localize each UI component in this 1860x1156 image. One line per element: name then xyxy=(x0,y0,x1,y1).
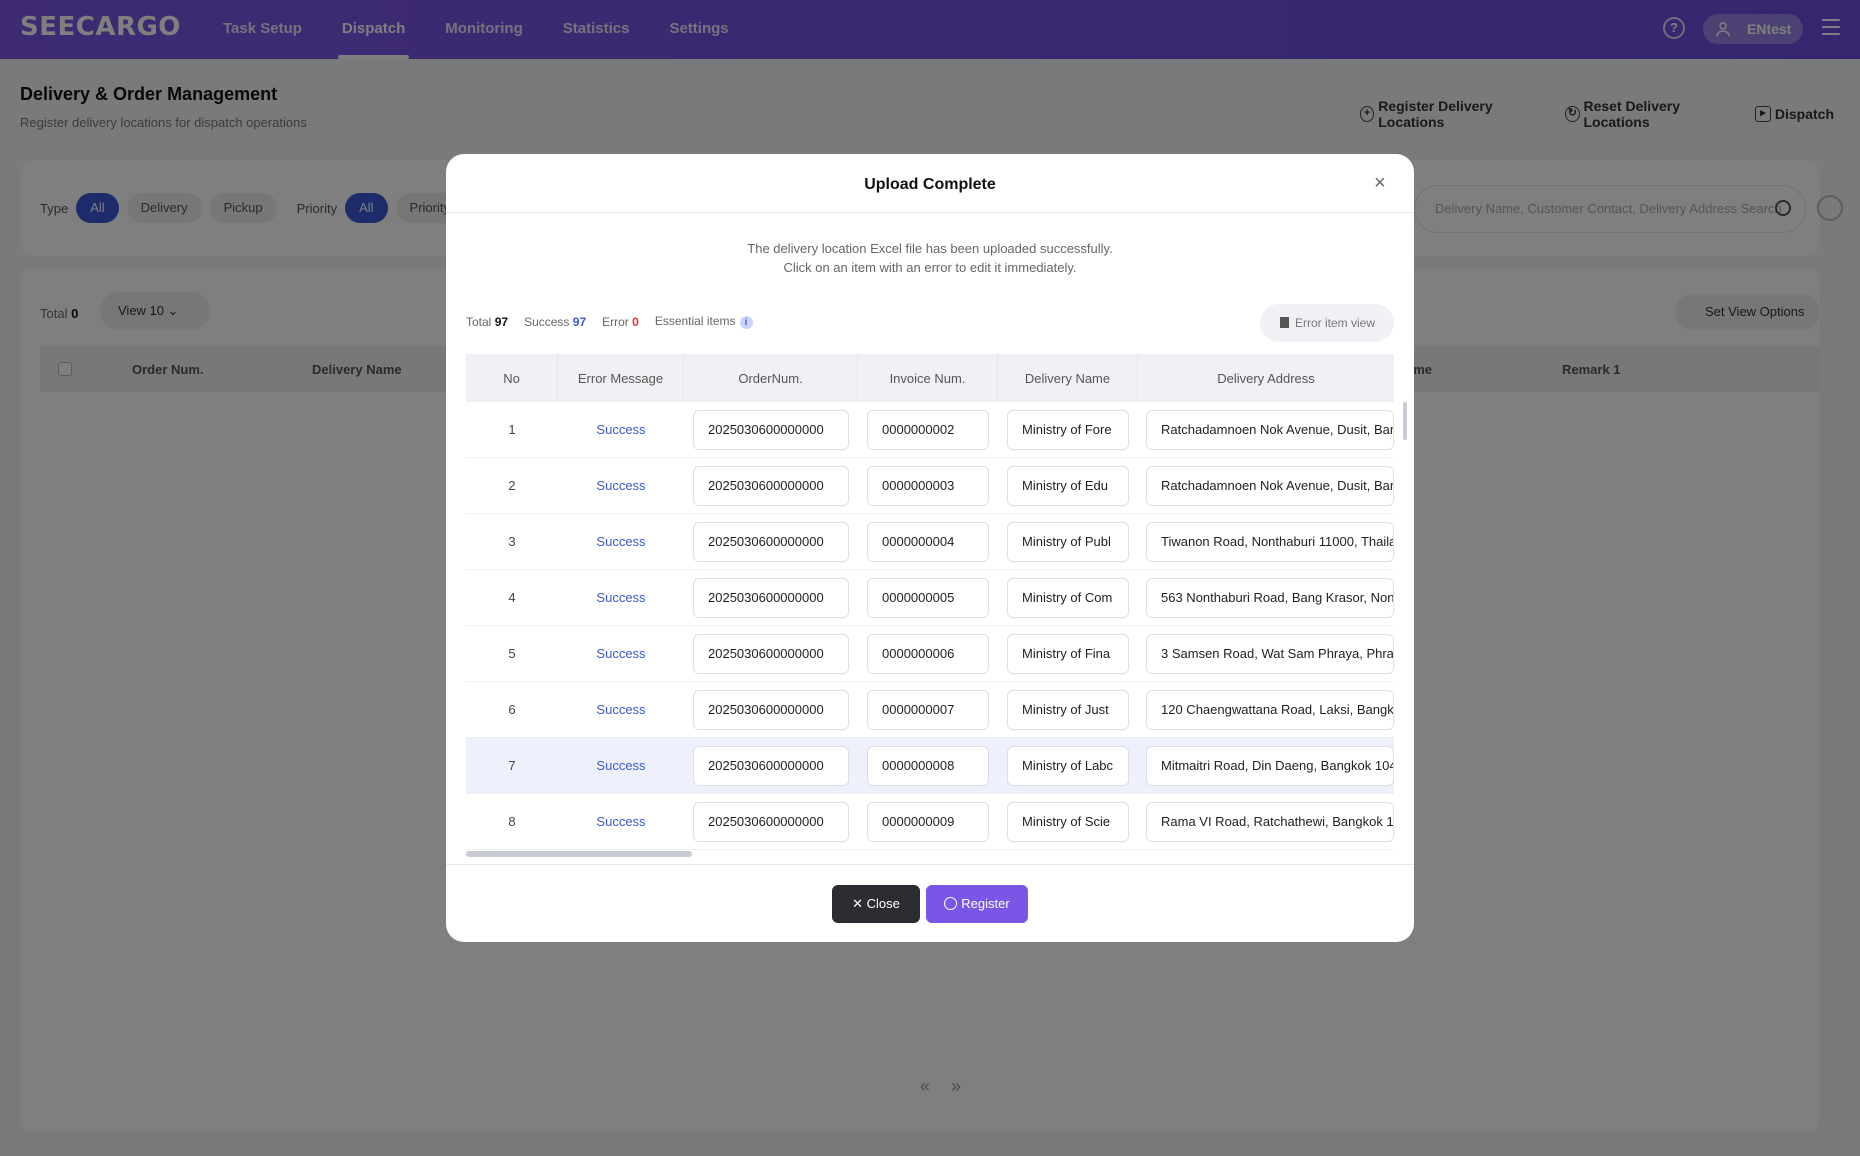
order-num-field[interactable]: 2025030600000000 xyxy=(693,465,849,506)
table-row[interactable]: 5 Success 2025030600000000 0000000006 Mi… xyxy=(466,626,1394,682)
col-no: No xyxy=(466,354,558,402)
delivery-name-field[interactable]: Ministry of Edu xyxy=(1007,465,1129,506)
invoice-num-field[interactable]: 0000000008 xyxy=(867,745,989,786)
row-status: Success xyxy=(596,646,646,661)
modal-footer-divider xyxy=(446,864,1414,865)
delivery-name-field[interactable]: Ministry of Publ xyxy=(1007,521,1129,562)
invoice-num-field[interactable]: 0000000007 xyxy=(867,689,989,730)
filter-icon xyxy=(1280,317,1289,328)
row-no: 4 xyxy=(508,590,516,605)
order-num-field[interactable]: 2025030600000000 xyxy=(693,577,849,618)
col-delivery-name: Delivery Name xyxy=(998,354,1138,402)
order-num-field[interactable]: 2025030600000000 xyxy=(693,409,849,450)
modal-title: Upload Complete xyxy=(864,176,996,193)
info-icon[interactable]: i xyxy=(739,316,753,329)
table-row[interactable]: 4 Success 2025030600000000 0000000005 Mi… xyxy=(466,570,1394,626)
table-row[interactable]: 1 Success 2025030600000000 0000000002 Mi… xyxy=(466,402,1394,458)
col-invoice-num: Invoice Num. xyxy=(858,354,998,402)
register-button[interactable]: Register xyxy=(926,885,1028,923)
close-button[interactable]: ✕ Close xyxy=(832,885,920,923)
upload-result-table: No Error Message OrderNum. Invoice Num. … xyxy=(466,354,1394,854)
delivery-address-field[interactable]: Ratchadamnoen Nok Avenue, Dusit, Bangko xyxy=(1146,409,1394,450)
error-item-view-button[interactable]: Error item view xyxy=(1260,304,1394,342)
col-error-message: Error Message xyxy=(558,354,684,402)
delivery-name-field[interactable]: Ministry of Fore xyxy=(1007,409,1129,450)
invoice-num-field[interactable]: 0000000002 xyxy=(867,409,989,450)
delivery-address-field[interactable]: 563 Nonthaburi Road, Bang Krasor, Nontha… xyxy=(1146,577,1394,618)
delivery-address-field[interactable]: 3 Samsen Road, Wat Sam Phraya, Phra Nak xyxy=(1146,633,1394,674)
col-order-num: OrderNum. xyxy=(684,354,858,402)
row-status: Success xyxy=(596,814,646,829)
table-row[interactable]: 8 Success 2025030600000000 0000000009 Mi… xyxy=(466,794,1394,850)
delivery-address-field[interactable]: Tiwanon Road, Nonthaburi 11000, Thailand xyxy=(1146,521,1394,562)
row-status: Success xyxy=(596,478,646,493)
row-status: Success xyxy=(596,702,646,717)
upload-stats: Total 97 Success 97 Error 0 Essential it… xyxy=(466,314,769,329)
row-no: 5 xyxy=(508,646,516,661)
row-status: Success xyxy=(596,758,646,773)
close-icon[interactable]: × xyxy=(1374,172,1386,195)
row-status: Success xyxy=(596,422,646,437)
order-num-field[interactable]: 2025030600000000 xyxy=(693,521,849,562)
row-no: 8 xyxy=(508,814,516,829)
delivery-name-field[interactable]: Ministry of Scie xyxy=(1007,801,1129,842)
row-no: 3 xyxy=(508,534,516,549)
invoice-num-field[interactable]: 0000000003 xyxy=(867,465,989,506)
row-no: 1 xyxy=(508,422,516,437)
delivery-name-field[interactable]: Ministry of Fina xyxy=(1007,633,1129,674)
stat-essential-items: Essential items i xyxy=(655,314,753,329)
table-row[interactable]: 6 Success 2025030600000000 0000000007 Mi… xyxy=(466,682,1394,738)
row-status: Success xyxy=(596,590,646,605)
invoice-num-field[interactable]: 0000000006 xyxy=(867,633,989,674)
stat-error: Error 0 xyxy=(602,314,639,329)
order-num-field[interactable]: 2025030600000000 xyxy=(693,633,849,674)
row-no: 6 xyxy=(508,702,516,717)
delivery-address-field[interactable]: Rama VI Road, Ratchathewi, Bangkok 1040( xyxy=(1146,801,1394,842)
stat-success: Success 97 xyxy=(524,314,587,329)
table-row[interactable]: 3 Success 2025030600000000 0000000004 Mi… xyxy=(466,514,1394,570)
delivery-address-field[interactable]: Mitmaitri Road, Din Daeng, Bangkok 10400… xyxy=(1146,745,1394,786)
row-no: 7 xyxy=(508,758,516,773)
delivery-address-field[interactable]: Ratchadamnoen Nok Avenue, Dusit, Bangko xyxy=(1146,465,1394,506)
order-num-field[interactable]: 2025030600000000 xyxy=(693,745,849,786)
table-row[interactable]: 2 Success 2025030600000000 0000000003 Mi… xyxy=(466,458,1394,514)
modal-message-1: The delivery location Excel file has bee… xyxy=(747,241,1113,256)
table-row-highlighted[interactable]: 7 Success 2025030600000000 0000000008 Mi… xyxy=(466,738,1394,794)
vertical-scrollbar[interactable] xyxy=(1403,402,1407,440)
modal-message-2: Click on an item with an error to edit i… xyxy=(783,260,1077,275)
invoice-num-field[interactable]: 0000000005 xyxy=(867,577,989,618)
invoice-num-field[interactable]: 0000000004 xyxy=(867,521,989,562)
stat-total: Total 97 xyxy=(466,314,509,329)
delivery-name-field[interactable]: Ministry of Labc xyxy=(1007,745,1129,786)
modal-divider xyxy=(446,212,1414,213)
delivery-address-field[interactable]: 120 Chaengwattana Road, Laksi, Bangkok 1 xyxy=(1146,689,1394,730)
order-num-field[interactable]: 2025030600000000 xyxy=(693,801,849,842)
row-status: Success xyxy=(596,534,646,549)
table-header-row: No Error Message OrderNum. Invoice Num. … xyxy=(466,354,1394,402)
invoice-num-field[interactable]: 0000000009 xyxy=(867,801,989,842)
horizontal-scrollbar[interactable] xyxy=(466,851,692,857)
row-no: 2 xyxy=(508,478,516,493)
delivery-name-field[interactable]: Ministry of Just xyxy=(1007,689,1129,730)
upload-complete-modal: Upload Complete × The delivery location … xyxy=(446,154,1414,942)
check-circle-icon xyxy=(944,897,958,910)
delivery-name-field[interactable]: Ministry of Com xyxy=(1007,577,1129,618)
col-delivery-address: Delivery Address xyxy=(1217,370,1315,386)
close-x-icon: ✕ xyxy=(852,896,864,911)
order-num-field[interactable]: 2025030600000000 xyxy=(693,689,849,730)
